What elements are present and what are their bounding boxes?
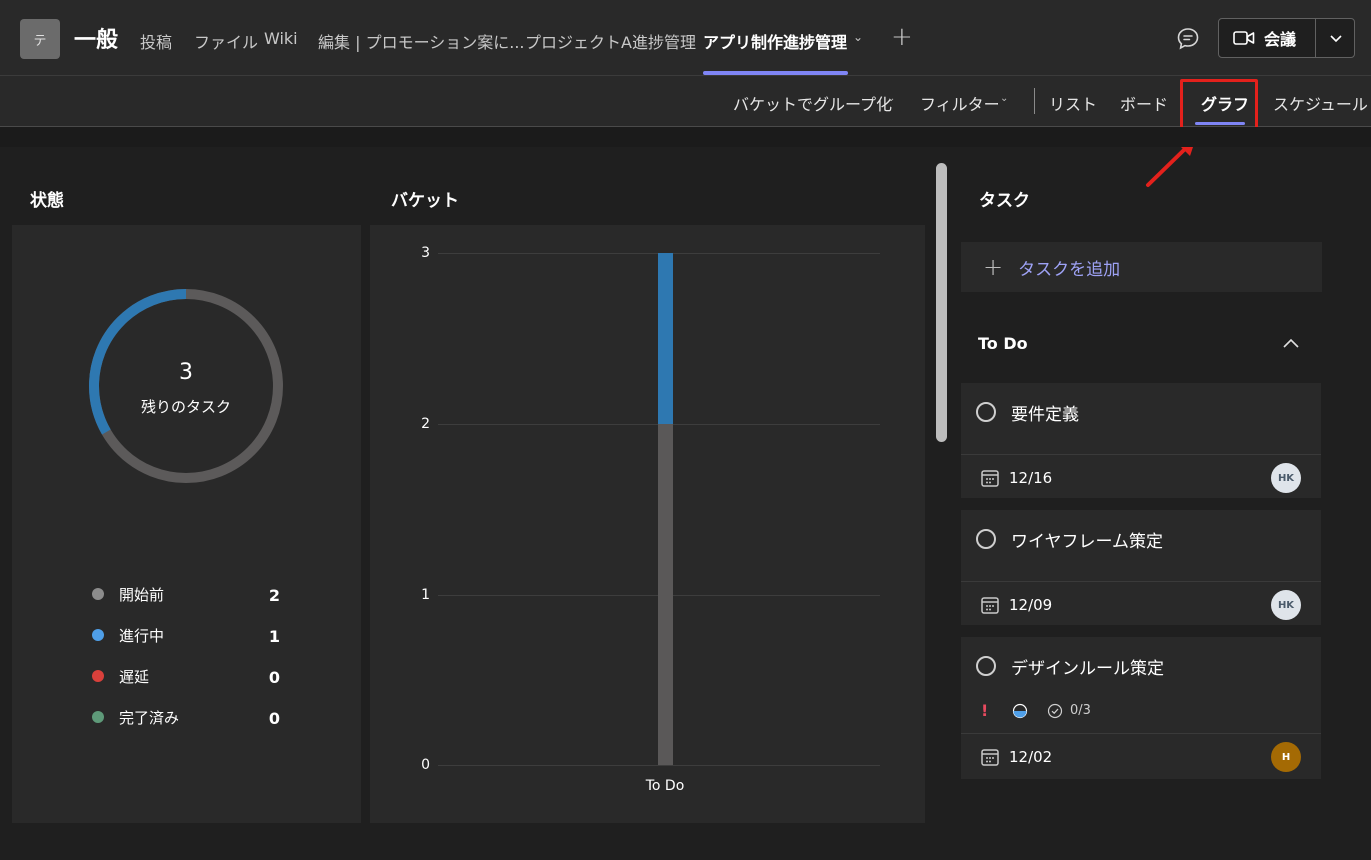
status-donut-chart [89, 289, 283, 483]
remaining-task-label: 残りのタスク [140, 398, 231, 416]
chevron-down-icon [1329, 35, 1342, 43]
meet-options-button[interactable] [1316, 19, 1355, 57]
tab-posts[interactable]: 投稿 [140, 29, 172, 53]
team-avatar[interactable]: テ [20, 19, 60, 59]
legend-value-in-progress: 1 [268, 627, 280, 646]
assignee-avatar[interactable]: HK [1271, 590, 1301, 620]
complete-task-checkbox[interactable] [976, 402, 996, 422]
view-list[interactable]: リスト [1049, 91, 1097, 115]
bar-segment-not-started [658, 423, 673, 765]
legend-dot-completed [92, 711, 104, 723]
tasks-section-title: タスク [979, 191, 1030, 211]
content-top-strip [0, 127, 1371, 147]
card-divider [961, 454, 1321, 455]
conversation-icon[interactable] [1175, 26, 1201, 52]
meet-button-label: 会議 [1264, 30, 1297, 49]
filter-dropdown[interactable]: フィルター [920, 91, 1000, 115]
tab-chevron-down-icon[interactable]: ⌄ [853, 30, 863, 44]
tab-promotion-edit[interactable]: 編集 | プロモーション案に... [318, 29, 525, 53]
task-card[interactable]: デザインルール策定 ! 0/3 12/02 H [961, 637, 1321, 779]
calendar-icon [981, 470, 999, 487]
legend-value-not-started: 2 [268, 586, 280, 605]
checklist-icon [1047, 703, 1063, 719]
view-board[interactable]: ボード [1120, 91, 1168, 115]
toolbar-divider [1034, 88, 1035, 114]
y-tick-label: 0 [421, 757, 430, 773]
legend-label-completed: 完了済み [119, 709, 180, 727]
gridline-0 [438, 765, 880, 766]
legend-value-late: 0 [268, 668, 280, 687]
bucket-group-title: To Do [978, 334, 1028, 353]
tab-project-a[interactable]: プロジェクトA進捗管理 [525, 29, 696, 53]
y-tick-label: 1 [421, 587, 430, 603]
view-schedule[interactable]: スケジュール [1273, 91, 1368, 115]
complete-task-checkbox[interactable] [976, 529, 996, 549]
vertical-scrollbar[interactable] [936, 163, 947, 442]
group-by-chevron-down-icon[interactable]: ⌄ [887, 93, 895, 104]
task-title: 要件定義 [1011, 405, 1079, 425]
add-task-button[interactable]: + タスクを追加 [961, 242, 1322, 292]
tab-app-progress[interactable]: アプリ制作進捗管理 [703, 29, 847, 53]
due-date: 12/02 [1009, 748, 1053, 766]
urgent-priority-icon: ! [981, 701, 989, 720]
card-divider [961, 581, 1321, 582]
task-title: ワイヤフレーム策定 [1011, 532, 1163, 552]
checklist-progress: 0/3 [1070, 703, 1091, 718]
bucket-chart-panel [370, 225, 925, 823]
x-tick-label: To Do [645, 778, 685, 794]
plus-icon: + [983, 253, 1004, 281]
card-divider [961, 733, 1321, 734]
complete-task-checkbox[interactable] [976, 656, 996, 676]
bucket-section-title: バケット [391, 191, 459, 211]
add-tab-plus-icon[interactable]: + [891, 22, 913, 52]
calendar-icon [981, 597, 999, 614]
assignee-avatar[interactable]: HK [1271, 463, 1301, 493]
group-by-bucket-dropdown[interactable]: バケットでグループ化 [733, 91, 892, 115]
due-date: 12/16 [1009, 469, 1053, 487]
filter-chevron-down-icon[interactable]: ⌄ [1000, 93, 1008, 104]
assignee-avatar[interactable]: H [1271, 742, 1301, 772]
add-task-label: タスクを追加 [1018, 259, 1121, 280]
legend-label-in-progress: 進行中 [119, 627, 165, 645]
tab-files[interactable]: ファイル [194, 29, 258, 53]
legend-value-completed: 0 [268, 709, 280, 728]
meet-button[interactable]: 会議 [1219, 19, 1315, 57]
calendar-icon [981, 749, 999, 766]
legend-dot-not-started [92, 588, 104, 600]
due-date: 12/09 [1009, 596, 1053, 614]
y-tick-label: 3 [421, 245, 430, 261]
tab-wiki[interactable]: Wiki [264, 29, 298, 48]
task-card[interactable]: ワイヤフレーム策定 12/09 HK [961, 510, 1321, 625]
task-card[interactable]: 要件定義 12/16 HK [961, 383, 1321, 498]
channel-title: 一般 [74, 28, 119, 53]
y-tick-label: 2 [421, 416, 430, 432]
legend-label-not-started: 開始前 [119, 586, 165, 604]
video-camera-icon [1233, 31, 1255, 45]
task-title: デザインルール策定 [1011, 659, 1164, 679]
in-progress-status-icon [1012, 703, 1028, 719]
active-tab-indicator [703, 71, 848, 75]
legend-dot-late [92, 670, 104, 682]
meet-button-group: 会議 [1218, 18, 1355, 58]
legend-label-late: 遅延 [119, 668, 150, 686]
collapse-chevron-up-icon[interactable] [1280, 333, 1302, 355]
status-section-title: 状態 [30, 191, 64, 211]
bar-segment-in-progress [658, 253, 673, 424]
remaining-task-count: 3 [179, 360, 193, 385]
legend-dot-in-progress [92, 629, 104, 641]
